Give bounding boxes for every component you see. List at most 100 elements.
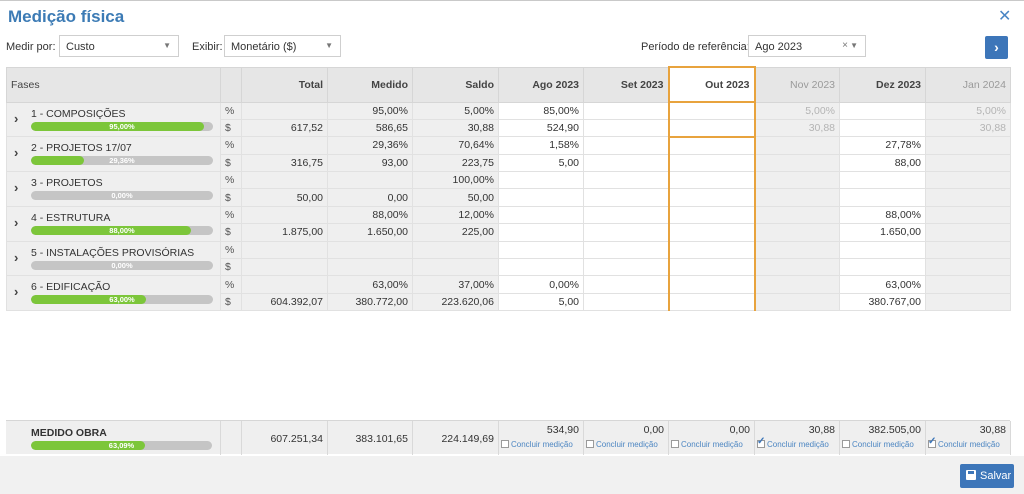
cell-month[interactable]: 27,78% — [839, 136, 926, 155]
cell-month[interactable] — [498, 258, 584, 277]
cell-month[interactable] — [667, 205, 756, 225]
chevron-right-icon[interactable]: › — [14, 145, 18, 160]
cell-month[interactable] — [839, 188, 926, 207]
cell-month[interactable] — [667, 292, 756, 312]
phase-progress-bar: 95,00% — [31, 121, 213, 131]
summary-title: MEDIDO OBRA — [31, 427, 107, 439]
cell-month — [754, 275, 840, 294]
checkbox-icon[interactable] — [842, 440, 850, 448]
col-month[interactable]: Set 2023 — [583, 66, 669, 103]
cell-month[interactable] — [667, 223, 756, 242]
cell-month[interactable]: 524,90 — [498, 118, 584, 138]
col-month-selected[interactable]: Out 2023 — [667, 66, 756, 103]
cell-month[interactable] — [667, 275, 756, 294]
cell-month[interactable]: 5,00 — [498, 153, 584, 173]
cell-month[interactable] — [839, 258, 926, 277]
cell-month[interactable] — [583, 171, 669, 190]
cell-month[interactable] — [498, 223, 584, 242]
cell-month[interactable] — [498, 171, 584, 190]
phase-progress-bar: 0,00% — [31, 191, 213, 201]
periodo-referencia-select[interactable]: Ago 2023 × ▼ — [748, 35, 866, 57]
cell-month[interactable] — [583, 292, 669, 312]
checkbox-icon[interactable] — [586, 440, 594, 448]
exibir-select[interactable]: Monetário ($) ▼ — [224, 35, 341, 57]
cell-month[interactable] — [667, 240, 756, 260]
progress-label: 63,09% — [108, 441, 135, 450]
cell-month[interactable] — [583, 275, 669, 294]
cell-month[interactable] — [667, 171, 756, 190]
cell-month[interactable]: 380.767,00 — [839, 292, 926, 312]
concluir-medicao-checkbox[interactable]: Concluir medição — [842, 440, 914, 449]
cell-month[interactable] — [583, 223, 669, 242]
checkbox-icon[interactable] — [928, 436, 936, 448]
phase-cell: › 1 - COMPOSIÇÕES 95,00% — [6, 101, 221, 138]
cell-month[interactable] — [839, 171, 926, 190]
cell-month[interactable] — [839, 118, 926, 138]
close-icon[interactable]: ✕ — [998, 8, 1011, 26]
chevron-right-icon[interactable]: › — [14, 215, 18, 230]
col-unit — [220, 66, 242, 103]
checkbox-icon[interactable] — [757, 436, 765, 448]
cell-month[interactable]: 1,58% — [498, 136, 584, 155]
summary-progress-bar: 63,09% — [31, 441, 212, 450]
clear-icon[interactable]: × — [842, 40, 848, 51]
cell-month[interactable] — [583, 258, 669, 277]
cell-month[interactable] — [667, 136, 756, 155]
cell-saldo: 70,64% — [412, 136, 499, 155]
cell-month — [754, 153, 840, 173]
phase-cell: › 5 - INSTALAÇÕES PROVISÓRIAS 0,00% — [6, 240, 221, 277]
cell-month[interactable] — [583, 205, 669, 225]
next-period-button[interactable]: › — [985, 36, 1008, 59]
cell-month — [925, 292, 1011, 312]
cell-month[interactable] — [583, 136, 669, 155]
cell-month[interactable] — [583, 118, 669, 138]
medir-por-select[interactable]: Custo ▼ — [59, 35, 179, 57]
cell-month[interactable] — [583, 188, 669, 207]
cell-month[interactable] — [839, 101, 926, 120]
table-row: › 6 - EDIFICAÇÃO 63,00%% 63,00% 37,00% 0,00% 6… — [6, 275, 1011, 312]
cell-month — [925, 275, 1011, 294]
measurement-table: Fases Total Medido Saldo Ago 2023 Set 20… — [6, 66, 1011, 312]
cell-month[interactable]: 63,00% — [839, 275, 926, 294]
cell-medido: 95,00% — [327, 101, 413, 120]
cell-month[interactable] — [667, 258, 756, 277]
cell-month — [754, 258, 840, 277]
cell-month[interactable] — [667, 101, 756, 120]
cell-month[interactable] — [839, 240, 926, 260]
cell-month[interactable]: 1.650,00 — [839, 223, 926, 242]
cell-month: 30,88 — [754, 118, 840, 138]
cell-month[interactable] — [583, 101, 669, 120]
cell-month[interactable] — [583, 153, 669, 173]
progress-label: 0,00% — [111, 260, 133, 270]
cell-month[interactable] — [498, 240, 584, 260]
col-month[interactable]: Ago 2023 — [498, 66, 584, 103]
checkbox-icon[interactable] — [671, 440, 679, 448]
cell-month[interactable] — [498, 188, 584, 207]
chevron-right-icon[interactable]: › — [14, 284, 18, 299]
cell-month[interactable] — [667, 188, 756, 207]
col-month[interactable]: Dez 2023 — [839, 66, 926, 103]
chevron-right-icon[interactable]: › — [14, 250, 18, 265]
cell-month[interactable] — [583, 240, 669, 260]
concluir-medicao-checkbox[interactable]: Concluir medição — [757, 436, 829, 449]
cell-month: 30,88 — [925, 118, 1011, 138]
cell-month[interactable]: 0,00% — [498, 275, 584, 294]
cell-month[interactable]: 88,00% — [839, 205, 926, 225]
concluir-medicao-checkbox[interactable]: Concluir medição — [928, 436, 1000, 449]
table-row: › 2 - PROJETOS 17/07 29,36%% 29,36% 70,64% 1,… — [6, 136, 1011, 173]
chevron-right-icon[interactable]: › — [14, 180, 18, 195]
concluir-medicao-checkbox[interactable]: Concluir medição — [671, 440, 743, 449]
concluir-medicao-checkbox[interactable]: Concluir medição — [501, 440, 573, 449]
concluir-medicao-checkbox[interactable]: Concluir medição — [586, 440, 658, 449]
chevron-right-icon[interactable]: › — [14, 111, 18, 126]
cell-month[interactable]: 5,00 — [498, 292, 584, 312]
phase-name: 1 - COMPOSIÇÕES — [31, 107, 126, 120]
cell-month[interactable]: 88,00 — [839, 153, 926, 173]
checkbox-icon[interactable] — [501, 440, 509, 448]
cell-month[interactable]: 85,00% — [498, 101, 584, 120]
cell-saldo: 223.620,06 — [412, 292, 499, 312]
cell-month[interactable] — [498, 205, 584, 225]
cell-month[interactable] — [667, 118, 756, 138]
save-button[interactable]: Salvar — [960, 464, 1014, 488]
cell-month[interactable] — [667, 153, 756, 173]
